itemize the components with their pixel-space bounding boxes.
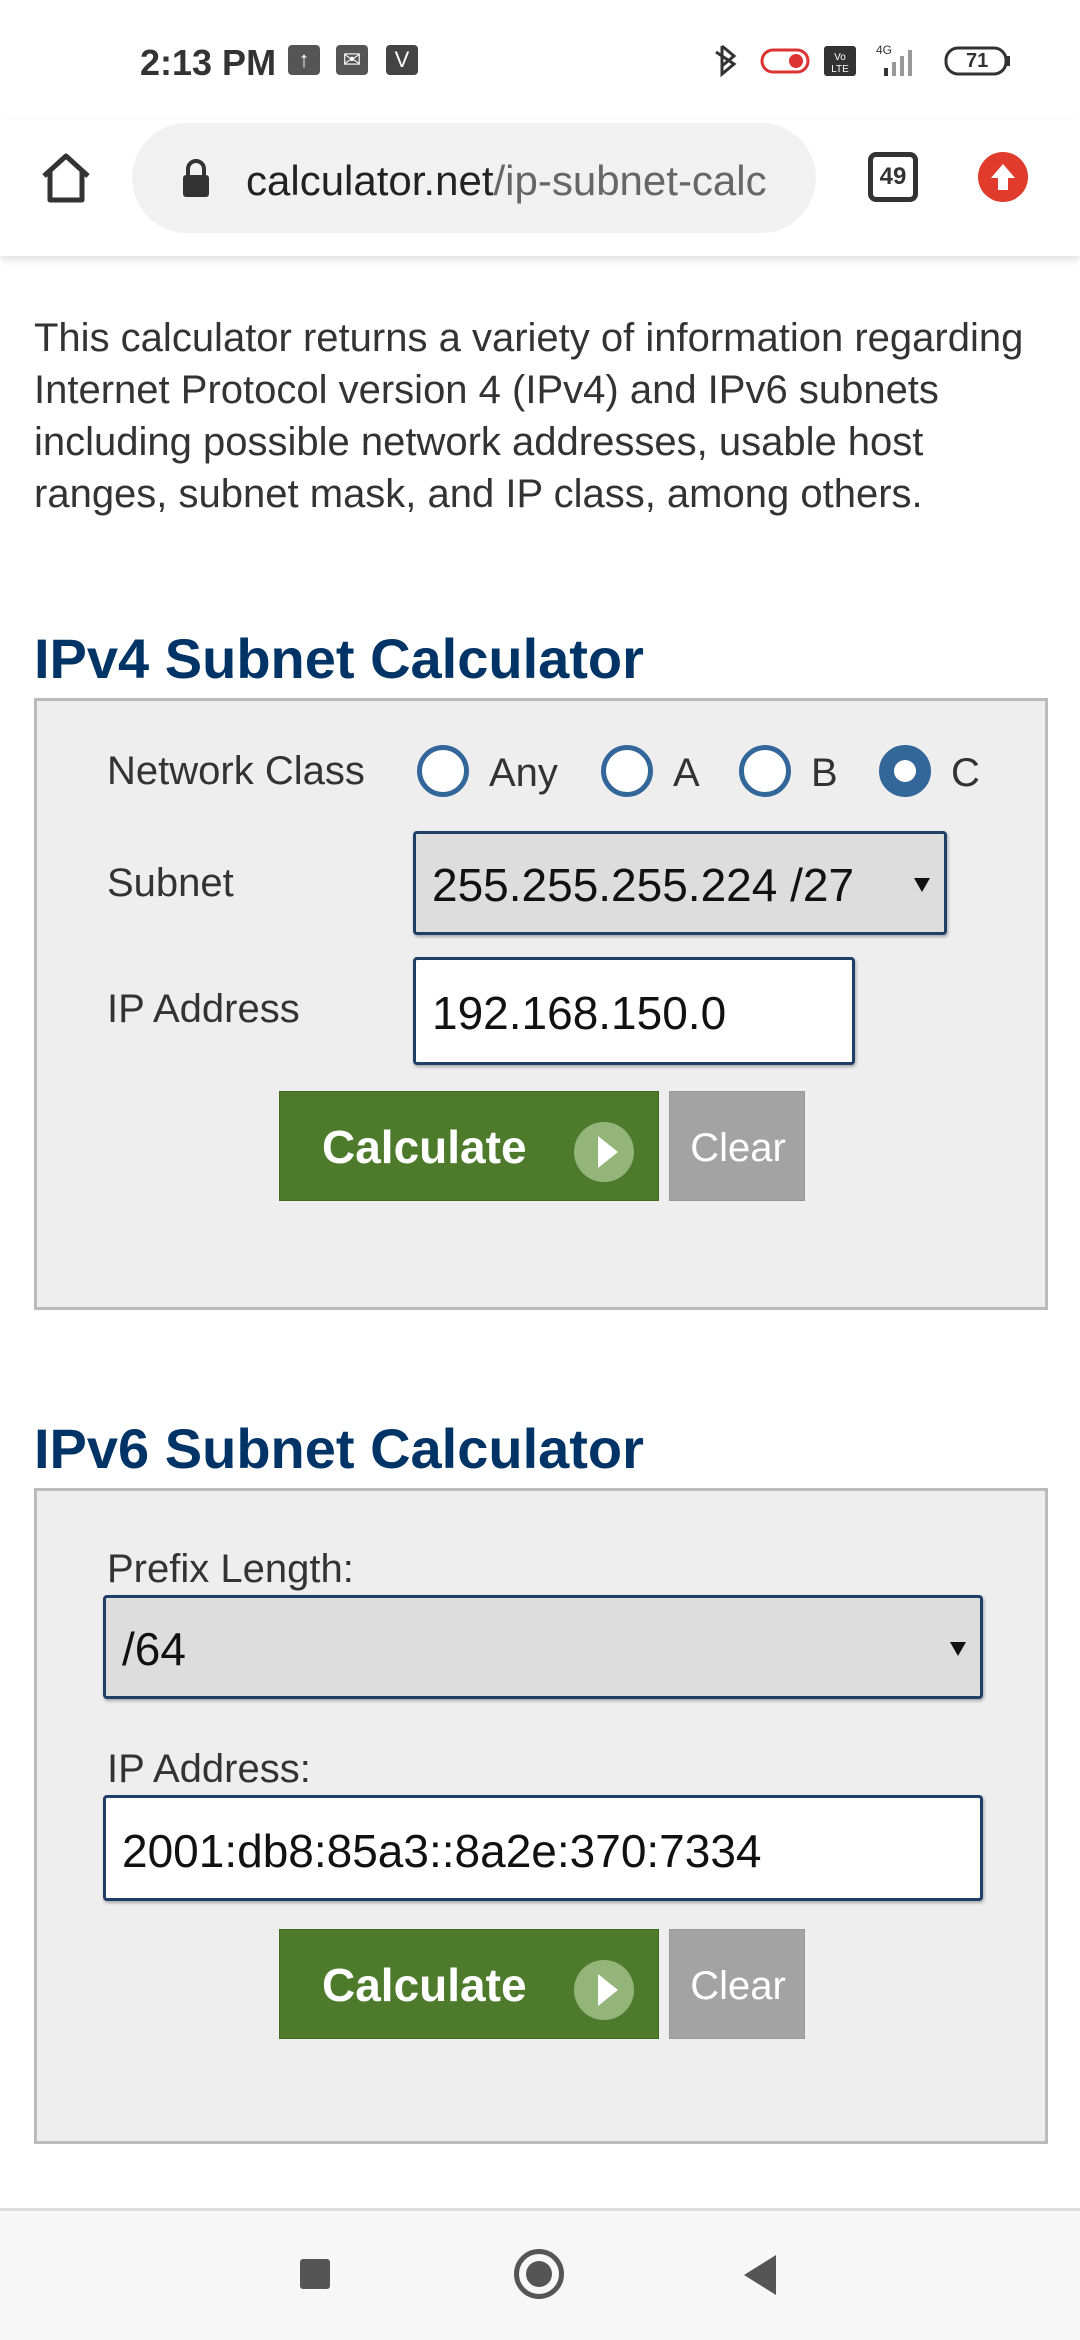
lock-icon: [183, 159, 209, 197]
radio-class-c[interactable]: [879, 745, 931, 797]
ipv4-clear-label: Clear: [690, 1126, 786, 1170]
page-content: IP Subnet Calculator This calculator ret…: [0, 256, 1080, 2211]
ipv4-calculator-form: Network Class Any A B C Subnet 255.255.2…: [34, 698, 1048, 1310]
ipv4-calculate-label: Calculate: [322, 1121, 527, 1173]
recents-icon[interactable]: [300, 2259, 330, 2289]
back-icon[interactable]: [744, 2255, 776, 2295]
subnet-select-value: 255.255.255.224 /27: [432, 859, 855, 911]
url-path: /ip-subnet-calc: [493, 157, 767, 204]
update-button[interactable]: [978, 152, 1028, 202]
radio-label-c: C: [951, 751, 980, 795]
prefix-length-value: /64: [122, 1623, 186, 1675]
svg-text:LTE: LTE: [831, 64, 849, 75]
ipv6-calculate-button[interactable]: Calculate: [279, 1929, 659, 2039]
tab-switcher-button[interactable]: 49: [868, 152, 918, 202]
ipv6-ip-label: IP Address:: [107, 1747, 311, 1791]
ipv4-clear-button[interactable]: Clear: [669, 1091, 805, 1201]
volte-icon: Vo LTE: [824, 46, 856, 76]
prefix-length-label: Prefix Length:: [107, 1547, 354, 1591]
status-icons: Vo LTE 4G: [715, 43, 1010, 78]
radio-label-any: Any: [489, 751, 558, 795]
home-icon[interactable]: [38, 150, 94, 206]
radio-label-a: A: [673, 751, 700, 795]
network-class-label: Network Class: [107, 749, 365, 793]
ipv6-ip-value: 2001:db8:85a3::8a2e:370:7334: [122, 1825, 762, 1877]
ipv4-ip-label: IP Address: [107, 987, 300, 1031]
chevron-down-icon: [950, 1642, 966, 1656]
browser-toolbar: calculator.net/ip-subnet-calc 49: [0, 120, 1080, 256]
ipv6-ip-input[interactable]: 2001:db8:85a3::8a2e:370:7334: [103, 1795, 983, 1901]
intro-text: This calculator returns a variety of inf…: [34, 316, 1024, 516]
signal-icon: 4G: [876, 43, 912, 76]
ipv4-calculate-button[interactable]: Calculate: [279, 1091, 659, 1201]
radio-class-a[interactable]: [601, 745, 653, 797]
toggle-icon: [760, 48, 810, 74]
url-host: calculator.net: [246, 157, 494, 204]
bluetooth-icon: [715, 44, 737, 78]
subnet-select[interactable]: 255.255.255.224 /27: [413, 831, 947, 935]
chevron-down-icon: [914, 878, 930, 892]
play-arrow-icon: [574, 1122, 634, 1182]
svg-text:4G: 4G: [876, 43, 892, 57]
battery-level: 71: [966, 50, 989, 72]
ipv4-ip-input[interactable]: 192.168.150.0: [413, 957, 855, 1065]
ipv6-clear-button[interactable]: Clear: [669, 1929, 805, 2039]
prefix-length-select[interactable]: /64: [103, 1595, 983, 1699]
radio-class-b[interactable]: [739, 745, 791, 797]
ipv4-title: IPv4 Subnet Calculator: [34, 627, 644, 690]
ipv6-clear-label: Clear: [690, 1964, 786, 2008]
subnet-label: Subnet: [107, 861, 234, 905]
home-nav-icon[interactable]: [514, 2249, 564, 2299]
radio-label-b: B: [811, 751, 838, 795]
radio-class-any[interactable]: [417, 745, 469, 797]
arrow-up-icon: [991, 164, 1015, 190]
ipv6-calculate-label: Calculate: [322, 1959, 527, 2011]
status-bar: 2:13 PM ↑ ✉ V Vo LTE 4G 71: [0, 0, 1080, 120]
address-bar[interactable]: calculator.net/ip-subnet-calc: [132, 123, 816, 233]
page-title: IP Subnet Calculator: [34, 256, 659, 268]
play-arrow-icon: [574, 1960, 634, 2020]
ipv6-title: IPv6 Subnet Calculator: [34, 1417, 644, 1480]
svg-text:Vo: Vo: [834, 52, 846, 63]
ipv6-calculator-form: Prefix Length: /64 IP Address: 2001:db8:…: [34, 1488, 1048, 2144]
system-nav-bar: [0, 2211, 1080, 2340]
ipv4-ip-value: 192.168.150.0: [432, 987, 727, 1039]
url-text: calculator.net/ip-subnet-calc: [246, 157, 767, 205]
